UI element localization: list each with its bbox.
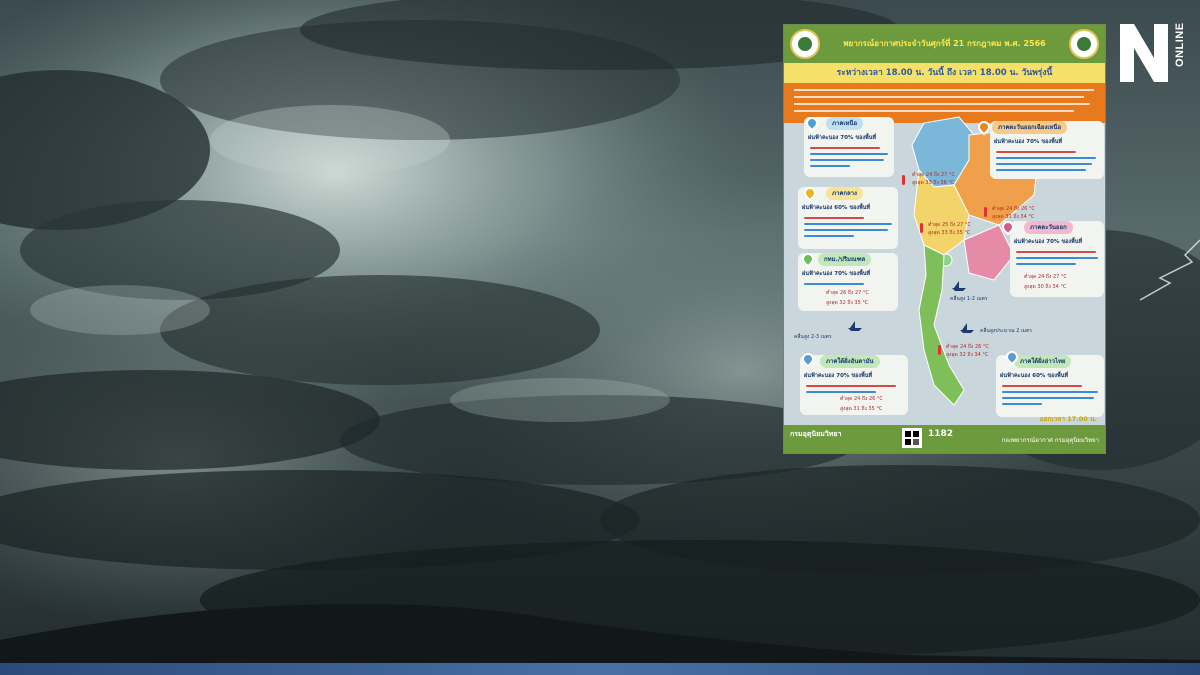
card-east: ภาคตะวันออก ฝนฟ้าคะนอง 70% ของพื้นที่ ต่… <box>1010 221 1104 297</box>
infographic-subtitle: ระหว่างเวลา 18.00 น. วันนี้ ถึง เวลา 18.… <box>784 63 1105 83</box>
card-central-label: ภาคกลาง <box>826 187 863 200</box>
card-south-andaman: ภาคใต้ฝั่งอันดามัน ฝนฟ้าคะนอง 70% ของพื้… <box>800 355 908 415</box>
n-logo-icon <box>1120 24 1168 82</box>
n-online-logo: ONLINE <box>1118 22 1188 84</box>
card-central-rain: ฝนฟ้าคะนอง 60% ของพื้นที่ <box>802 205 871 211</box>
card-east-label: ภาคตะวันออก <box>1024 221 1073 234</box>
issued-time: ออกเวลา 17.00 น. <box>1039 415 1097 423</box>
qr-code-icon <box>902 428 922 448</box>
card-northeast: ภาคตะวันออกเฉียงเหนือ ฝนฟ้าคะนอง 70% ของ… <box>990 121 1104 179</box>
logo-word: ONLINE <box>1174 22 1186 67</box>
east-temp-high: สูงสุด 30 ถึง 34 °C <box>1024 284 1067 290</box>
infographic-footer: กรมอุตุนิยมวิทยา 1182 กองพยากรณ์อากาศ กร… <box>784 425 1105 453</box>
south-gulf-thermometer-icon <box>938 345 941 355</box>
tmd-seal-left-icon <box>790 29 820 59</box>
wave-andaman: คลื่นสูง 2-3 เมตร <box>794 334 832 340</box>
card-northeast-label: ภาคตะวันออกเฉียงเหนือ <box>992 121 1068 134</box>
wave-upper-gulf: คลื่นสูง 1-2 เมตร <box>950 296 988 302</box>
bangkok-temp-low: ต่ำสุด 26 ถึง 27 °C <box>826 290 869 296</box>
card-east-rain: ฝนฟ้าคะนอง 70% ของพื้นที่ <box>1014 239 1083 245</box>
footer-agency: กรมอุตุนิยมวิทยา <box>790 430 842 438</box>
tmd-seal-right-icon <box>1069 29 1099 59</box>
north-temp-low: ต่ำสุด 24 ถึง 27 °C <box>912 172 955 178</box>
bangkok-temp-high: สูงสุด 32 ถึง 35 °C <box>826 300 869 306</box>
northeast-temp-high: สูงสุด 31 ถึง 34 °C <box>992 214 1035 220</box>
boat-upper-gulf-icon <box>952 281 966 291</box>
weather-forecast-infographic: พยากรณ์อากาศประจำวันศุกร์ที่ 21 กรกฎาคม … <box>783 24 1106 454</box>
card-bangkok-label: กทม./ปริมณฑล <box>818 253 872 266</box>
northeast-temp-low: ต่ำสุด 24 ถึง 26 °C <box>992 206 1035 212</box>
infographic-title: พยากรณ์อากาศประจำวันศุกร์ที่ 21 กรกฎาคม … <box>843 39 1046 48</box>
central-temp-low: ต่ำสุด 25 ถึง 27 °C <box>928 222 971 228</box>
infographic-header: พยากรณ์อากาศประจำวันศุกร์ที่ 21 กรกฎาคม … <box>784 25 1105 63</box>
northeast-thermometer-icon <box>984 207 987 217</box>
south-andaman-temp-low: ต่ำสุด 24 ถึง 26 °C <box>840 396 883 402</box>
card-north: ภาคเหนือ ฝนฟ้าคะนอง 70% ของพื้นที่ <box>804 117 894 177</box>
card-south-gulf-label: ภาคใต้ฝั่งอ่าวไทย <box>1014 355 1072 368</box>
card-bangkok-rain: ฝนฟ้าคะนอง 70% ของพื้นที่ <box>802 271 871 277</box>
card-south-andaman-label: ภาคใต้ฝั่งอันดามัน <box>820 355 880 368</box>
card-north-label: ภาคเหนือ <box>826 117 864 130</box>
north-thermometer-icon <box>902 175 905 185</box>
bottom-accent-bar <box>0 663 1200 675</box>
central-temp-high: สูงสุด 33 ถึง 35 °C <box>928 230 971 236</box>
wave-lower-gulf: คลื่นสูงประมาณ 2 เมตร <box>980 328 1032 334</box>
north-temp-high: สูงสุด 33 ถึง 36 °C <box>912 180 955 186</box>
boat-andaman-icon <box>848 321 862 331</box>
boat-lower-gulf-icon <box>960 323 974 333</box>
east-temp-low: ต่ำสุด 24 ถึง 27 °C <box>1024 274 1067 280</box>
card-northeast-rain: ฝนฟ้าคะนอง 70% ของพื้นที่ <box>994 139 1063 145</box>
card-south-gulf-rain: ฝนฟ้าคะนอง 60% ของพื้นที่ <box>1000 373 1069 379</box>
south-gulf-temp-high: สูงสุด 32 ถึง 34 °C <box>946 352 989 358</box>
south-andaman-temp-high: สูงสุด 31 ถึง 35 °C <box>840 406 883 412</box>
card-south-andaman-rain: ฝนฟ้าคะนอง 70% ของพื้นที่ <box>804 373 873 379</box>
south-gulf-temp-low: ต่ำสุด 24 ถึง 26 °C <box>946 344 989 350</box>
card-north-rain: ฝนฟ้าคะนอง 70% ของพื้นที่ <box>808 135 877 141</box>
central-thermometer-icon <box>920 223 923 233</box>
footer-hotline: 1182 <box>928 429 954 439</box>
footer-division: กองพยากรณ์อากาศ กรมอุตุนิยมวิทยา <box>1001 437 1099 444</box>
